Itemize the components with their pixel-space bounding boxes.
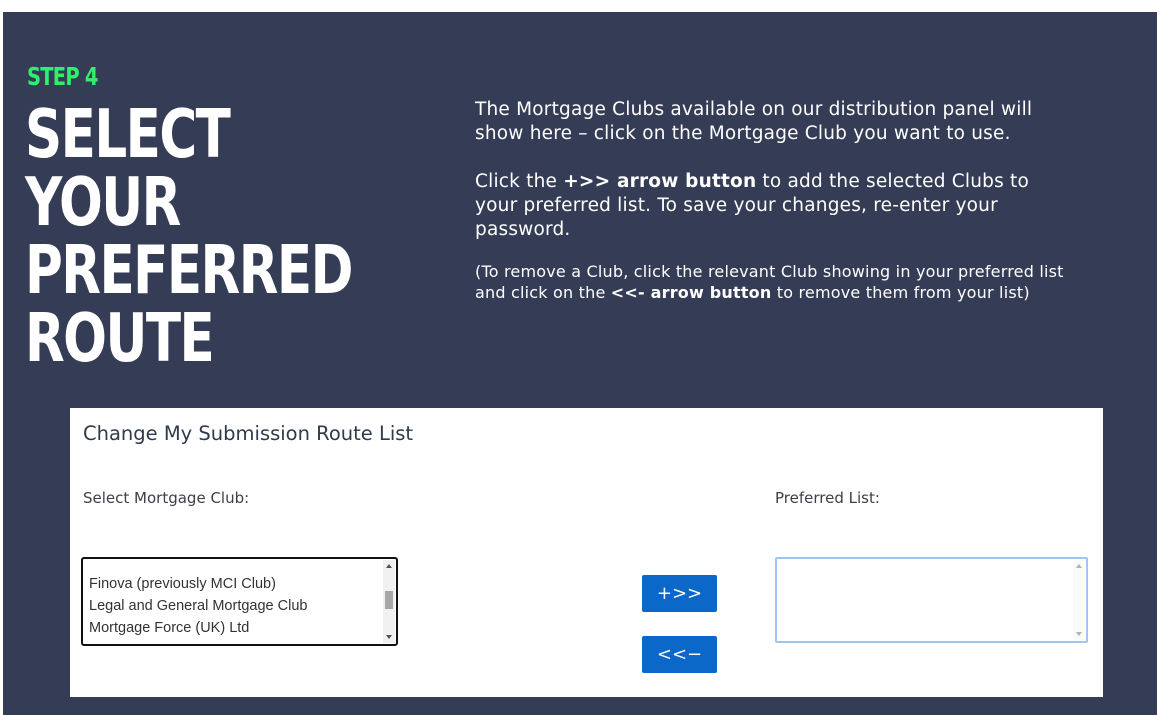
mortgage-club-listbox[interactable]: Finova (previously MCI Club) Legal and Ge… <box>81 557 398 646</box>
club-option[interactable]: Legal and General Mortgage Club <box>89 595 307 617</box>
scrollbar-thumb[interactable] <box>385 591 393 609</box>
add-club-button[interactable]: +>> <box>642 575 717 612</box>
preferred-listbox[interactable] <box>775 557 1088 643</box>
select-club-label: Select Mortgage Club: <box>83 489 250 507</box>
instruction-text: to remove them from your list) <box>771 282 1030 302</box>
club-option-partial[interactable] <box>89 559 307 573</box>
instruction-paragraph-2: Click the +>> arrow button to add the se… <box>475 170 1075 242</box>
instructions: The Mortgage Clubs available on our dist… <box>475 98 1075 303</box>
preferred-list-scrollbar[interactable] <box>1073 560 1085 640</box>
step-label: STEP 4 <box>27 62 98 91</box>
page-heading: SELECT YOUR PREFERRED ROUTE <box>25 95 353 377</box>
scroll-up-arrow-icon[interactable] <box>1076 564 1082 568</box>
instruction-emphasis: +>> arrow button <box>563 171 757 192</box>
club-options: Finova (previously MCI Club) Legal and Ge… <box>89 559 307 639</box>
club-option[interactable]: Finova (previously MCI Club) <box>89 573 307 595</box>
instruction-text: Click the <box>475 171 564 192</box>
instruction-paragraph-3: (To remove a Club, click the relevant Cl… <box>475 262 1075 303</box>
club-list-scrollbar[interactable] <box>383 560 395 643</box>
scroll-up-arrow-icon[interactable] <box>386 564 392 568</box>
remove-club-button[interactable]: <<− <box>642 636 717 673</box>
club-option[interactable]: Mortgage Force (UK) Ltd <box>89 617 307 639</box>
submission-route-form: Change My Submission Route List Select M… <box>70 408 1103 697</box>
instruction-paragraph-1: The Mortgage Clubs available on our dist… <box>475 99 1033 144</box>
preferred-list-label: Preferred List: <box>775 489 880 507</box>
instruction-emphasis: <<- arrow button <box>610 282 772 302</box>
scroll-down-arrow-icon[interactable] <box>1076 632 1082 636</box>
scroll-down-arrow-icon[interactable] <box>386 635 392 639</box>
form-title: Change My Submission Route List <box>83 422 414 445</box>
